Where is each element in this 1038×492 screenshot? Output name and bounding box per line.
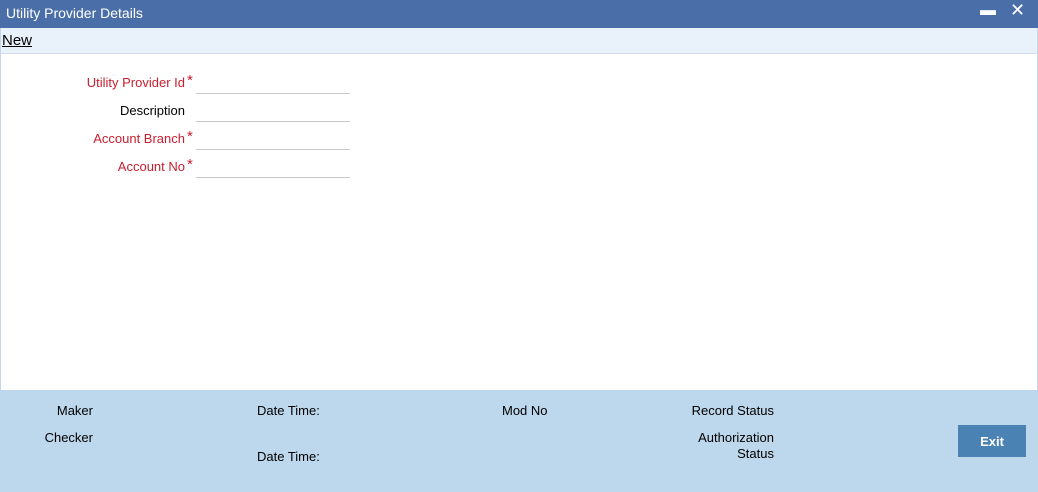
exit-button[interactable]: Exit [958,425,1026,457]
window-title: Utility Provider Details [6,5,143,21]
description-row: Description [1,100,401,128]
account-no-input[interactable] [196,156,350,178]
form-area: Utility Provider Id * Description Accoun… [0,54,1038,390]
account-branch-input[interactable] [196,128,350,150]
account-no-label: Account No [117,159,185,174]
utility-provider-id-label: Utility Provider Id [86,75,185,90]
account-no-row: Account No * [1,156,401,184]
required-marker: * [187,128,193,145]
required-marker: * [187,156,193,173]
mod-no-label: Mod No [502,403,548,418]
minimize-icon[interactable]: ▬ [980,2,996,20]
required-marker: * [187,72,193,89]
record-status-label: Record Status [691,403,774,418]
audit-footer: Maker Checker Date Time: Date Time: Mod … [0,390,1038,492]
description-input[interactable] [196,100,350,122]
account-branch-label: Account Branch [93,131,185,146]
authorization-status-label-line1: Authorization [698,430,774,445]
maker-label: Maker [56,403,93,418]
account-branch-row: Account Branch * [1,128,401,156]
description-label: Description [119,103,185,118]
checker-date-time-label: Date Time: [257,449,320,464]
utility-provider-id-input[interactable] [196,72,350,94]
window-titlebar: Utility Provider Details ▬ ✕ [0,0,1038,28]
toolbar: New [0,28,1038,54]
maker-date-time-label: Date Time: [257,403,320,418]
utility-provider-id-row: Utility Provider Id * [1,72,401,100]
authorization-status-label-line2: Status [737,446,774,461]
new-link[interactable]: New [2,32,32,49]
checker-label: Checker [44,430,93,445]
close-icon[interactable]: ✕ [1010,0,1025,21]
